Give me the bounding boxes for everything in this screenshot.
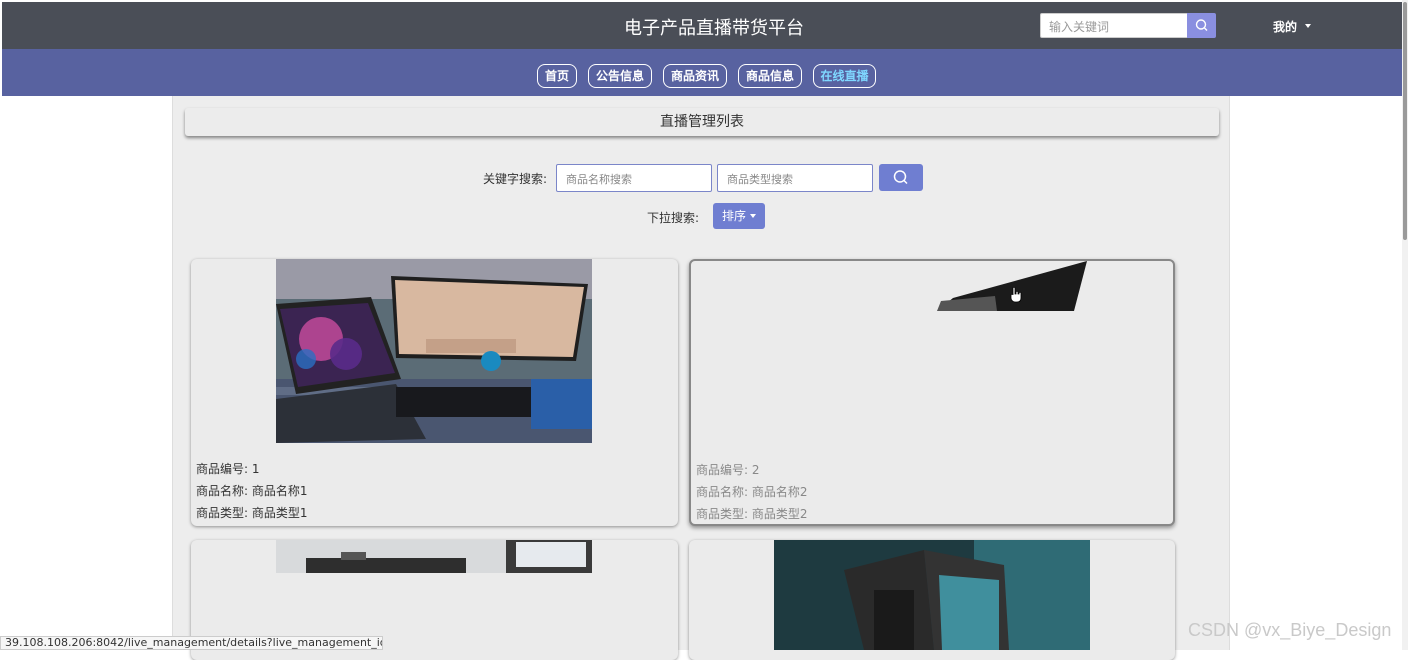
product-id: 商品编号: 1 — [196, 462, 260, 476]
search-icon — [1195, 19, 1208, 31]
panel-title: 直播管理列表 — [185, 108, 1219, 136]
search-button[interactable] — [879, 164, 923, 191]
global-search-button[interactable] — [1187, 13, 1216, 38]
sort-label: 排序 — [722, 209, 747, 223]
keyword-search-label: 关键字搜索: — [483, 172, 548, 186]
nav-announcements[interactable]: 公告信息 — [588, 64, 652, 88]
watermark: CSDN @vx_Biye_Design — [1188, 620, 1392, 640]
nav-home[interactable]: 首页 — [537, 64, 577, 88]
product-name-search-input[interactable]: 商品名称搜索 — [556, 164, 712, 192]
product-id: 商品编号: 2 — [696, 463, 760, 477]
product-image — [774, 540, 1090, 650]
chevron-down-icon — [750, 214, 756, 218]
product-type-search-input[interactable]: 商品类型搜索 — [717, 164, 873, 192]
nav-product-info[interactable]: 商品信息 — [738, 64, 802, 88]
dropdown-search-label: 下拉搜索: — [647, 211, 700, 225]
scrollbar-thumb[interactable] — [1403, 2, 1407, 240]
main-nav: 首页 公告信息 商品资讯 商品信息 在线直播 — [2, 49, 1402, 96]
product-image — [276, 540, 592, 573]
nav-product-news[interactable]: 商品资讯 — [663, 64, 727, 88]
hand-cursor-icon — [1010, 286, 1022, 307]
product-type: 商品类型: 商品类型2 — [696, 507, 808, 521]
search-icon — [893, 170, 908, 185]
main-content: 直播管理列表 关键字搜索: 商品名称搜索 商品类型搜索 下拉搜索: 排序 商品编… — [172, 96, 1230, 660]
product-card[interactable]: 商品编号: 2 商品名称: 商品名称2 商品类型: 商品类型2 — [689, 259, 1175, 526]
chevron-down-icon — [1305, 24, 1311, 28]
product-card[interactable]: 商品编号: 1 商品名称: 商品名称1 商品类型: 商品类型1 — [191, 259, 678, 526]
product-image — [276, 259, 592, 443]
status-bar-url: 39.108.108.206:8042/live_management/deta… — [0, 636, 383, 650]
sort-dropdown[interactable]: 排序 — [713, 203, 765, 229]
product-name: 商品名称: 商品名称1 — [196, 484, 308, 498]
nav-live[interactable]: 在线直播 — [813, 64, 876, 88]
product-type: 商品类型: 商品类型1 — [196, 506, 308, 520]
global-search-input[interactable]: 输入关键词 — [1040, 13, 1188, 38]
product-name: 商品名称: 商品名称2 — [696, 485, 808, 499]
user-menu[interactable]: 我的 — [1273, 18, 1297, 35]
product-card[interactable] — [689, 540, 1175, 660]
